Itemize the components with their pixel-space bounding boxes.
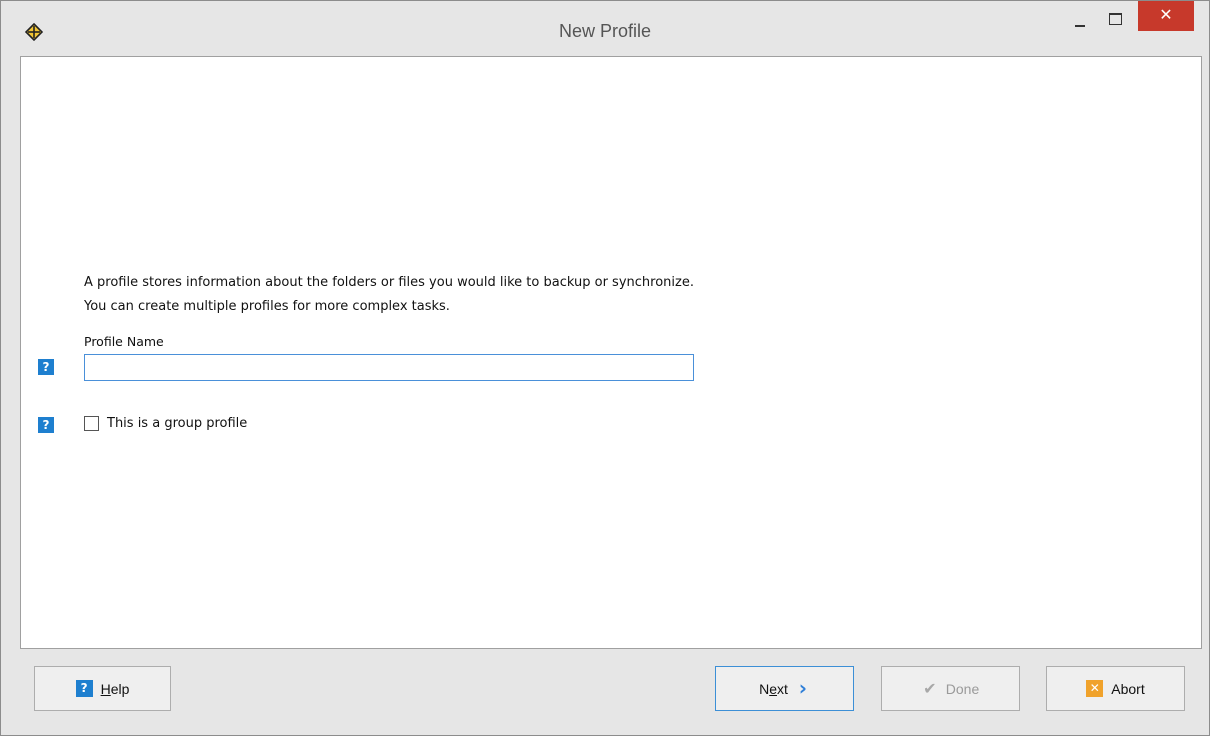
minimize-button[interactable] <box>1065 5 1095 31</box>
chevron-right-icon: › <box>798 676 808 700</box>
group-profile-checkbox[interactable] <box>84 416 99 431</box>
help-button-label: Help <box>100 680 130 697</box>
title-bar[interactable]: New Profile ✕ <box>1 1 1209 55</box>
profile-name-label: Profile Name <box>84 334 164 349</box>
abort-button-label: Abort <box>1111 680 1145 697</box>
profile-name-input[interactable] <box>84 354 694 381</box>
next-button-label: Next <box>759 680 788 697</box>
window-title: New Profile <box>558 21 652 41</box>
maximize-button[interactable] <box>1101 5 1131 31</box>
done-button-label: Done <box>945 680 980 697</box>
intro-text-line-2: You can create multiple profiles for mor… <box>84 299 450 314</box>
abort-icon: ✕ <box>1086 680 1104 697</box>
done-button[interactable]: ✔ Done <box>881 666 1020 711</box>
profile-name-help-icon[interactable]: ? <box>38 359 54 375</box>
wizard-content: A profile stores information about the f… <box>20 56 1202 649</box>
new-profile-window: New Profile ✕ A profile stores informati… <box>0 0 1210 736</box>
close-button[interactable]: ✕ <box>1138 1 1194 31</box>
group-profile-help-icon[interactable]: ? <box>38 417 54 433</box>
abort-button[interactable]: ✕ Abort <box>1046 666 1185 711</box>
intro-text-line-1: A profile stores information about the f… <box>84 275 694 290</box>
next-button[interactable]: Next › <box>715 666 854 711</box>
help-button[interactable]: ? Help <box>34 666 171 711</box>
help-icon: ? <box>75 680 93 697</box>
group-profile-label[interactable]: This is a group profile <box>107 416 247 431</box>
checkmark-icon: ✔ <box>923 679 937 698</box>
